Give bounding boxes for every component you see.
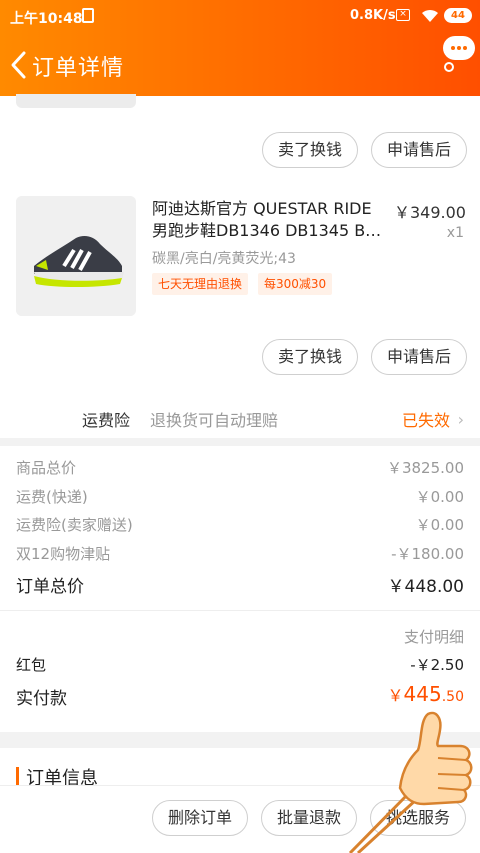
summary-label: 运费险(卖家赠送) [16,516,133,534]
wifi-icon [422,9,438,22]
divider [0,610,480,611]
more-menu-tail-icon [444,62,454,72]
redpacket-value: -￥2.50 [410,656,464,674]
insurance-status: 已失效 [401,411,450,430]
sell-for-cash-button-1[interactable]: 卖了换钱 [262,132,358,168]
summary-label: 商品总价 [16,459,77,477]
summary-value: ￥3825.00 [386,459,464,477]
more-menu-button[interactable] [443,36,475,60]
app-header: 上午10:48 0.8K/s × 44 订单详情 [0,0,480,96]
summary-value: ￥0.00 [415,516,464,534]
insurance-desc: 退换货可自动理赔 [150,411,279,430]
no-sim-icon: × [396,9,410,21]
product-image[interactable] [16,196,136,316]
status-bar: 上午10:48 0.8K/s × 44 [0,0,480,32]
battery-icon: 44 [444,8,472,23]
insurance-label: 运费险 [82,411,131,430]
summary-value: ￥0.00 [415,488,464,506]
paid-label: 实付款 [16,689,67,709]
redpacket-label: 红包 [16,656,47,674]
order-total-label: 订单总价 [16,577,84,597]
product-sku: 碳黑/亮白/亮黄荧光;43 [152,251,296,267]
summary-label: 运费(快递) [16,488,88,506]
product-name[interactable]: 阿迪达斯官方 QUESTAR RIDE 男跑步鞋DB1346 DB1345 B… [152,198,384,242]
order-total-value: ￥448.00 [387,577,464,597]
product-price: ￥349.00 [394,203,466,222]
shoe-image [16,196,136,316]
thumbs-up-icon [348,711,473,853]
summary-value: -￥180.00 [391,545,464,563]
previous-product-image [16,94,136,108]
tag-seven-day-return: 七天无理由退换 [152,273,249,295]
delete-order-button[interactable]: 删除订单 [152,800,248,836]
back-arrow-icon[interactable] [8,50,30,80]
sell-for-cash-button-2[interactable]: 卖了换钱 [262,339,358,375]
chevron-right-icon: › [457,410,464,429]
product-quantity: x1 [446,225,464,241]
notification-icon [82,8,94,23]
apply-aftersale-button-1[interactable]: 申请售后 [371,132,467,168]
summary-label: 双12购物津贴 [16,545,111,563]
network-speed: 0.8K/s [350,8,396,23]
status-time: 上午10:48 [10,11,83,27]
tag-promo: 每300减30 [258,273,333,295]
page-title: 订单详情 [32,56,125,81]
apply-aftersale-button-2[interactable]: 申请售后 [371,339,467,375]
payment-detail-link[interactable]: 支付明细 [404,626,464,647]
